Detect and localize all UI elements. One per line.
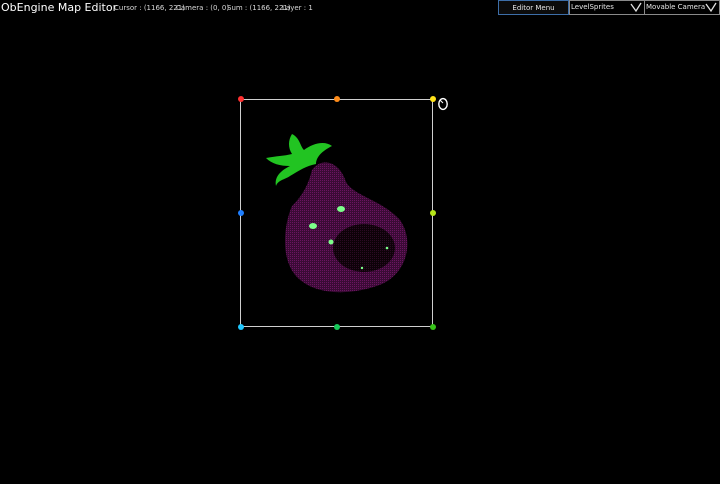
camera-readout: Camera : (0, 0)	[176, 4, 230, 12]
scene-svg	[238, 96, 436, 330]
resize-handle-top-left[interactable]	[238, 96, 244, 102]
cursor-readout: Cursor : (1166, 221)	[114, 4, 185, 12]
layer-readout: Layer : 1	[282, 4, 313, 12]
sprite-body	[285, 162, 408, 293]
sprite-spot	[328, 239, 334, 245]
sprite-spot	[360, 266, 364, 270]
app-title: ObEngine Map Editor	[1, 1, 118, 14]
sprite-eye-left	[309, 223, 317, 229]
mode-select[interactable]: LevelSprites	[569, 0, 645, 15]
resize-handle-bottom-middle[interactable]	[334, 324, 340, 330]
mouse-cursor-icon	[438, 97, 448, 111]
chevron-down-icon[interactable]	[630, 2, 642, 13]
resize-handle-top-right[interactable]	[430, 96, 436, 102]
resize-handle-middle-right[interactable]	[430, 210, 436, 216]
resize-handle-top-middle[interactable]	[334, 96, 340, 102]
camera-select-value: Movable Camera	[646, 3, 706, 11]
sprite-spot	[385, 246, 389, 250]
resize-handle-bottom-left[interactable]	[238, 324, 244, 330]
map-canvas[interactable]	[0, 16, 720, 480]
level-sprite[interactable]	[266, 134, 408, 293]
resize-handle-middle-left[interactable]	[238, 210, 244, 216]
top-toolbar: ObEngine Map Editor Cursor : (1166, 221)…	[0, 0, 720, 16]
resize-handle-bottom-right[interactable]	[430, 324, 436, 330]
mode-select-value: LevelSprites	[571, 3, 614, 11]
camera-select[interactable]: Movable Camera	[644, 0, 720, 15]
sprite-eye-right	[337, 206, 345, 212]
chevron-down-icon[interactable]	[705, 2, 717, 13]
editor-menu-button[interactable]: Editor Menu	[498, 0, 569, 15]
